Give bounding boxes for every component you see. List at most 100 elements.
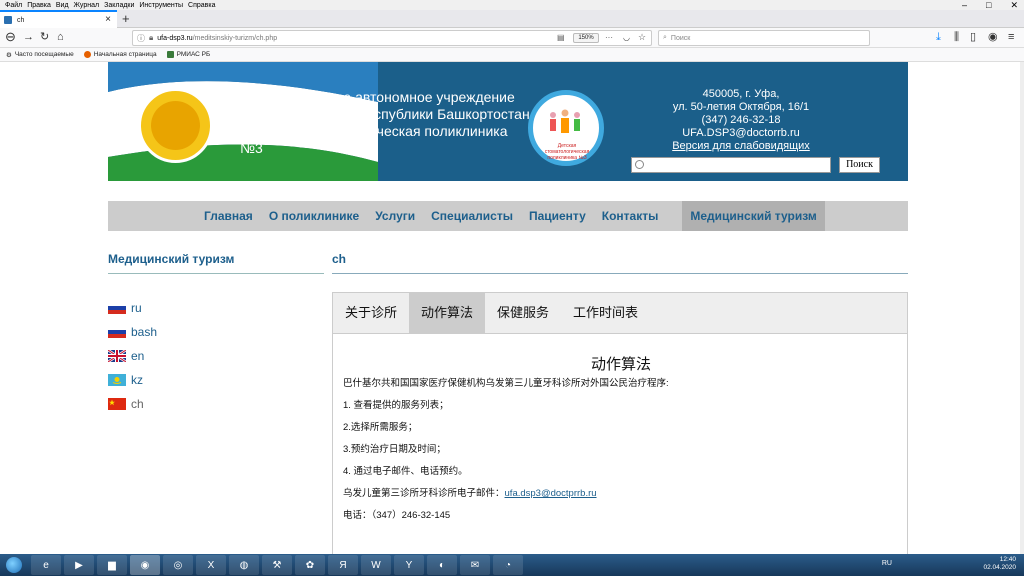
main-navigation: Главная О поликлинике Услуги Специалисты… xyxy=(108,201,908,231)
lang-item-ru[interactable]: ru xyxy=(108,296,157,320)
search-icon: ⌕ xyxy=(663,34,667,41)
menu-history[interactable]: Журнал xyxy=(74,2,100,9)
nav-contacts[interactable]: Контакты xyxy=(602,209,659,223)
content-title: ch xyxy=(332,252,347,266)
tab-health-services[interactable]: 保健服务 xyxy=(485,293,561,333)
page-scrollbar[interactable] xyxy=(1020,62,1024,554)
nav-specialists[interactable]: Специалисты xyxy=(431,209,513,223)
lang-item-en[interactable]: en xyxy=(108,344,157,368)
nav-medical-tourism[interactable]: Медицинский туризм xyxy=(682,201,825,231)
firefox-icon xyxy=(83,51,91,58)
taskbar-yandex-browser-icon[interactable]: Y xyxy=(394,555,424,575)
bookmark-star-icon[interactable]: ☆ xyxy=(638,32,646,43)
close-tab-icon[interactable]: × xyxy=(105,14,111,25)
clock-date: 02.04.2020 xyxy=(983,564,1016,571)
menu-dots-icon[interactable]: ··· xyxy=(605,33,613,42)
gear-icon: ⚙ xyxy=(6,51,12,59)
bookmark-start-page[interactable]: Начальная страница xyxy=(83,51,157,58)
minimize-icon[interactable]: – xyxy=(962,0,967,10)
step-2: 2.选择所需服务； xyxy=(343,422,418,433)
lock-icon: 🔒︎ xyxy=(149,33,154,42)
zoom-indicator[interactable]: 150% xyxy=(573,33,599,43)
lang-item-ch[interactable]: ch xyxy=(108,392,157,416)
taskbar-app2-icon[interactable]: ✿ xyxy=(295,555,325,575)
children-logo-icon xyxy=(550,109,580,133)
close-window-icon[interactable]: ✕ xyxy=(1010,0,1018,10)
account-icon[interactable]: ◉ xyxy=(988,31,998,44)
clinic-logo: Детская стоматологическая поликлиника №3 xyxy=(528,90,604,166)
system-clock[interactable]: 12:40 02.04.2020 xyxy=(983,556,1016,572)
keyboard-language[interactable]: RU xyxy=(882,560,892,567)
bookmark-rmias[interactable]: РМИАС РБ xyxy=(166,51,210,58)
site-search-button[interactable]: Поиск xyxy=(839,157,880,173)
taskbar-tool-icon[interactable]: ⚒ xyxy=(262,555,292,575)
sidebar-icon[interactable]: ▯ xyxy=(970,31,976,44)
sidebar-divider xyxy=(108,273,324,274)
menu-help[interactable]: Справка xyxy=(188,2,215,9)
new-tab-icon[interactable]: + xyxy=(122,10,130,27)
taskbar-yandex-icon[interactable]: Я xyxy=(328,555,358,575)
bookmark-most-visited[interactable]: ⚙ Часто посещаемые xyxy=(6,51,74,59)
reader-view-icon[interactable]: ▤ xyxy=(557,33,565,42)
search-icon xyxy=(635,160,644,169)
url-bar[interactable]: ⓘ 🔒︎ ufa-dsp3.ru/meditsinskiy-turizm/ch.… xyxy=(132,30,652,46)
menu-bookmarks[interactable]: Закладки xyxy=(104,2,134,9)
taskbar-chrome-icon[interactable]: ◎ xyxy=(163,555,193,575)
favicon-icon xyxy=(4,16,12,24)
tab-action-algorithm[interactable]: 动作算法 xyxy=(409,293,486,333)
maximize-icon[interactable]: □ xyxy=(986,0,991,10)
tab-work-schedule[interactable]: 工作时间表 xyxy=(561,293,650,333)
taskbar-media-icon[interactable]: ▶ xyxy=(64,555,94,575)
hamburger-menu-icon[interactable]: ≡ xyxy=(1008,31,1014,44)
nav-home[interactable]: Главная xyxy=(204,209,253,223)
menu-view[interactable]: Вид xyxy=(56,2,69,9)
lang-label: kz xyxy=(131,373,143,387)
nav-patient[interactable]: Пациенту xyxy=(529,209,586,223)
tab-about-clinic[interactable]: 关于诊所 xyxy=(333,293,409,333)
home-icon[interactable]: ⌂ xyxy=(57,31,64,44)
browser-search-placeholder: Поиск xyxy=(670,34,691,42)
russia-flag-icon xyxy=(108,302,126,314)
windows-taskbar: e ▶ ▆ ◉ ◎ X ◍ ⚒ ✿ Я W Y ◐ ✉ ◔ RU 12:40 0… xyxy=(0,554,1024,576)
site-search-input[interactable] xyxy=(631,157,831,173)
reload-icon[interactable]: ↻ xyxy=(40,31,49,44)
menu-edit[interactable]: Правка xyxy=(27,2,51,9)
content-tabs-bar: 关于诊所 动作算法 保健服务 工作时间表 xyxy=(333,293,907,334)
info-icon[interactable]: ⓘ xyxy=(137,33,145,44)
lang-label: en xyxy=(131,349,145,363)
menu-bar: Файл Правка Вид Журнал Закладки Инструме… xyxy=(0,0,1024,10)
browser-search-input[interactable]: ⌕ Поиск xyxy=(658,30,870,46)
menu-tools[interactable]: Инструменты xyxy=(139,2,183,9)
clock-time: 12:40 xyxy=(999,556,1016,563)
taskbar-excel-icon[interactable]: X xyxy=(196,555,226,575)
taskbar-app4-icon[interactable]: ◔ xyxy=(493,555,523,575)
browser-tab[interactable]: ch × xyxy=(0,10,117,28)
taskbar-app3-icon[interactable]: ◐ xyxy=(427,555,457,575)
taskbar-ie-icon[interactable]: e xyxy=(31,555,61,575)
bookmark-label: Начальная страница xyxy=(93,51,157,58)
intro-text: 巴什基尔共和国国家医疗保健机构乌发第三儿童牙科诊所对外国公民治疗程序: xyxy=(343,378,669,389)
russia-flag-icon xyxy=(108,326,126,338)
start-button[interactable] xyxy=(0,554,28,576)
tab-strip: ch × + xyxy=(0,10,1024,28)
taskbar-explorer-icon[interactable]: ▆ xyxy=(97,555,127,575)
low-vision-link[interactable]: Версия для слабовидящих xyxy=(628,140,854,153)
lang-item-bash[interactable]: bash xyxy=(108,320,157,344)
rmias-icon xyxy=(166,51,174,58)
language-list: ru bash en kz ch xyxy=(108,296,157,416)
forward-icon[interactable]: → xyxy=(23,31,34,44)
email-address: UFA.DSP3@doctorrb.ru xyxy=(682,127,800,139)
taskbar-mail-icon[interactable]: ✉ xyxy=(460,555,490,575)
library-icon[interactable]: ⫼ xyxy=(954,31,959,44)
menu-file[interactable]: Файл xyxy=(5,2,22,9)
nav-about[interactable]: О поликлинике xyxy=(269,209,359,223)
downloads-icon[interactable]: ⤓ xyxy=(936,31,941,44)
taskbar-app-icon[interactable]: ◍ xyxy=(229,555,259,575)
pocket-icon[interactable]: ◡ xyxy=(623,33,630,42)
taskbar-firefox-icon[interactable]: ◉ xyxy=(130,555,160,575)
nav-services[interactable]: Услуги xyxy=(375,209,415,223)
email-link[interactable]: ufa.dsp3@doctprrb.ru xyxy=(505,488,597,499)
back-icon[interactable]: ⊖ xyxy=(5,30,16,43)
taskbar-word-icon[interactable]: W xyxy=(361,555,391,575)
lang-item-kz[interactable]: kz xyxy=(108,368,157,392)
